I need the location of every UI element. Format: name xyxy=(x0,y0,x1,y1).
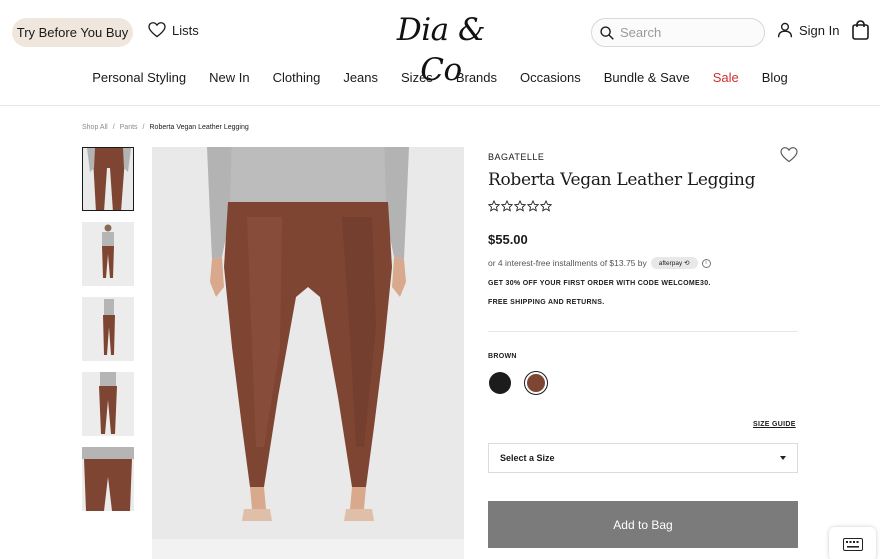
info-icon[interactable]: i xyxy=(701,258,711,268)
sign-in-link[interactable]: Sign In xyxy=(777,22,839,38)
breadcrumb-current: Roberta Vegan Leather Legging xyxy=(149,124,249,131)
brand-logo[interactable]: Dia & Co xyxy=(385,10,497,88)
lists-link[interactable]: Lists xyxy=(148,22,199,38)
star-rating[interactable] xyxy=(488,200,552,212)
add-to-bag-button[interactable]: Add to Bag xyxy=(488,501,798,548)
header: Try Before You Buy Lists Dia & Co Sign I… xyxy=(0,0,880,88)
size-select-dropdown[interactable]: Select a Size xyxy=(488,443,798,473)
product-brand[interactable]: BAGATELLE xyxy=(488,152,544,162)
nav-item-sizes[interactable]: Sizes xyxy=(390,64,445,105)
breadcrumb: Shop All / Pants / Roberta Vegan Leather… xyxy=(82,124,249,131)
product-photo-legging xyxy=(152,147,464,559)
shopping-bag-icon xyxy=(852,20,869,40)
thumbnail-image-back xyxy=(82,372,134,436)
shopping-bag-button[interactable] xyxy=(852,20,869,45)
sign-in-label: Sign In xyxy=(799,22,840,38)
star-icon xyxy=(514,200,526,212)
thumbnail-image-side xyxy=(82,297,134,361)
search-icon xyxy=(600,25,614,40)
product-main-image[interactable] xyxy=(152,147,464,559)
try-before-you-buy-button[interactable]: Try Before You Buy xyxy=(12,18,133,47)
star-icon xyxy=(501,200,513,212)
heart-icon xyxy=(148,22,166,38)
divider xyxy=(488,331,798,332)
star-icon xyxy=(527,200,539,212)
nav-item-new-in[interactable]: New In xyxy=(198,64,261,105)
nav-item-occasions[interactable]: Occasions xyxy=(509,64,593,105)
product-thumbnail[interactable] xyxy=(82,147,134,211)
color-swatch-black[interactable] xyxy=(489,372,511,394)
breadcrumb-pants[interactable]: Pants xyxy=(120,124,138,131)
keyboard-icon xyxy=(842,537,863,551)
afterpay-label: afterpay xyxy=(658,260,683,267)
search-bar[interactable] xyxy=(591,18,765,47)
nav-item-sale[interactable]: Sale xyxy=(701,64,750,105)
thumbnail-image-detail xyxy=(82,447,134,511)
color-swatch-brown-fill xyxy=(527,374,545,392)
lists-label: Lists xyxy=(172,22,199,38)
nav-item-personal-styling[interactable]: Personal Styling xyxy=(81,64,198,105)
installments-info: or 4 interest-free installments of $13.7… xyxy=(488,257,711,269)
nav-item-blog[interactable]: Blog xyxy=(750,64,799,105)
add-to-wishlist-button[interactable] xyxy=(780,147,798,168)
product-thumbnail[interactable] xyxy=(82,222,134,286)
search-input[interactable] xyxy=(620,25,750,40)
product-price: $55.00 xyxy=(488,232,528,247)
shipping-message: FREE SHIPPING AND RETURNS. xyxy=(488,299,605,306)
star-icon xyxy=(488,200,500,212)
nav-item-clothing[interactable]: Clothing xyxy=(261,64,332,105)
product-thumbnail[interactable] xyxy=(82,372,134,436)
size-select-value: Select a Size xyxy=(500,453,555,463)
breadcrumb-shop-all[interactable]: Shop All xyxy=(82,124,108,131)
heart-icon xyxy=(780,147,798,163)
afterpay-badge[interactable]: afterpay ⟲ xyxy=(650,257,698,269)
thumbnail-image-front-close xyxy=(83,148,133,210)
color-swatch-brown[interactable] xyxy=(524,371,548,395)
installments-text: or 4 interest-free installments of $13.7… xyxy=(488,258,647,268)
keyboard-shortcuts-button[interactable] xyxy=(829,527,876,559)
size-guide-link[interactable]: SIZE GUIDE xyxy=(753,421,796,428)
breadcrumb-separator: / xyxy=(112,124,115,131)
thumbnail-image-full-front xyxy=(82,222,134,286)
main-nav: Personal Styling New In Clothing Jeans S… xyxy=(0,64,880,106)
product-thumbnail[interactable] xyxy=(82,297,134,361)
breadcrumb-separator: / xyxy=(142,124,145,131)
product-thumbnail[interactable] xyxy=(82,447,134,511)
thumbnail-list xyxy=(82,147,134,522)
chevron-down-icon xyxy=(780,456,786,460)
nav-item-jeans[interactable]: Jeans xyxy=(332,64,390,105)
user-icon xyxy=(777,22,793,38)
product-title: Roberta Vegan Leather Legging xyxy=(488,170,756,190)
nav-item-bundle-save[interactable]: Bundle & Save xyxy=(592,64,701,105)
promo-message: GET 30% OFF YOUR FIRST ORDER WITH CODE W… xyxy=(488,280,711,287)
selected-color-label: BROWN xyxy=(488,353,517,360)
star-icon xyxy=(540,200,552,212)
nav-item-brands[interactable]: Brands xyxy=(444,64,508,105)
